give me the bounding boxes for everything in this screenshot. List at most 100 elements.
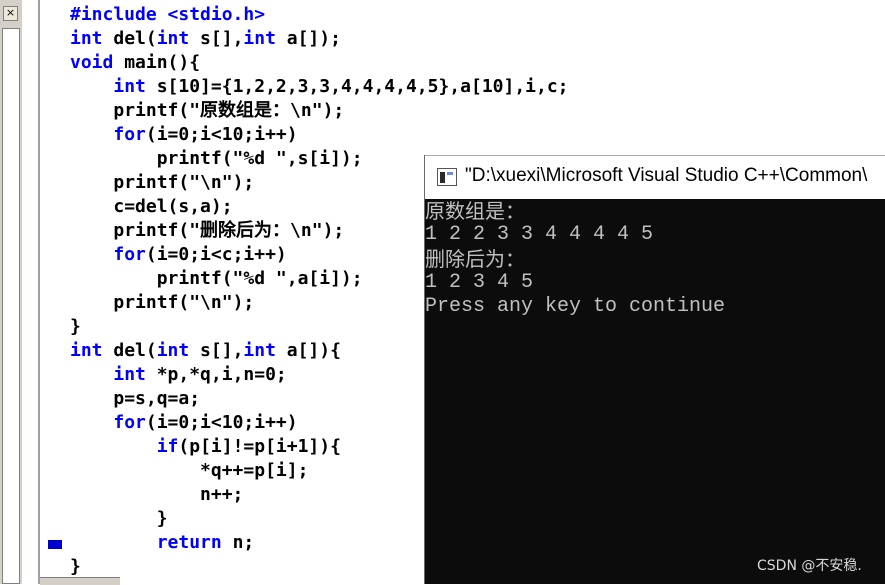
console-output: 原数组是： 1 2 2 3 3 4 4 4 4 5 删除后为： 1 2 3 4 5 Pr… (425, 199, 885, 584)
code-line[interactable]: printf("%d ",s[i]); (70, 147, 430, 171)
console-output-line: 删除后为： (425, 247, 525, 271)
console-window[interactable]: "D:\xuexi\Microsoft Visual Studio C++\Co… (424, 155, 885, 584)
code-keyword: return (156, 532, 222, 553)
code-keyword: int (156, 340, 190, 361)
code-line[interactable]: #include <stdio.h> (70, 3, 430, 27)
console-output-line: 原数组是： (425, 199, 525, 223)
code-text: printf("原数组是：\n"); (113, 100, 345, 121)
code-keyword: for (113, 244, 146, 265)
code-keyword: int (243, 340, 276, 361)
code-line[interactable]: } (70, 315, 430, 339)
code-text: c=del(s,a); (113, 196, 233, 217)
console-output-line: 1 2 3 4 5 (425, 271, 534, 294)
code-line[interactable]: if(p[i]!=p[i+1]){ (70, 435, 430, 459)
console-app-icon (437, 168, 457, 186)
close-icon[interactable]: × (3, 6, 18, 21)
gutter-divider (38, 0, 40, 584)
code-keyword: if (156, 436, 179, 457)
code-text: del( (102, 340, 157, 361)
code-keyword: for (113, 124, 146, 145)
code-text: printf("%d ",s[i]); (156, 148, 363, 169)
code-keyword: int (113, 364, 146, 385)
code-text: printf("\n"); (113, 292, 255, 313)
code-line[interactable]: p=s,q=a; (70, 387, 430, 411)
code-line[interactable]: } (70, 507, 430, 531)
workspace-panel (2, 28, 20, 584)
code-line[interactable]: return n; (70, 531, 430, 555)
code-text: (i=0;i<10;i++) (145, 412, 298, 433)
code-line[interactable]: printf("原数组是：\n"); (70, 99, 430, 123)
code-text: p=s,q=a; (113, 388, 201, 409)
code-text: (p[i]!=p[i+1]){ (178, 436, 341, 457)
code-line[interactable]: int del(int s[],int a[]){ (70, 339, 430, 363)
code-line[interactable]: printf("%d ",a[i]); (70, 267, 430, 291)
code-line[interactable]: for(i=0;i<10;i++) (70, 123, 430, 147)
code-line[interactable]: for(i=0;i<10;i++) (70, 411, 430, 435)
code-text: (i=0;i<c;i++) (145, 244, 287, 265)
console-output-line: 1 2 2 3 3 4 4 4 4 5 (425, 223, 654, 246)
code-line[interactable]: n++; (70, 483, 430, 507)
code-text: *q++=p[i]; (200, 460, 309, 481)
watermark: CSDN @不安稳. (757, 558, 862, 574)
code-editor[interactable]: #include <stdio.h> int del(int s[],int a[… (70, 3, 569, 579)
code-keyword: int (70, 28, 103, 49)
code-line[interactable]: void main(){ (70, 51, 430, 75)
code-line[interactable]: for(i=0;i<c;i++) (70, 243, 430, 267)
code-line[interactable]: int *p,*q,i,n=0; (70, 363, 430, 387)
code-text: printf("\n"); (113, 172, 255, 193)
code-keyword: #include <stdio.h> (70, 4, 266, 25)
code-text: } (70, 316, 81, 337)
code-text: s[], (189, 28, 244, 49)
code-keyword: int (113, 76, 146, 97)
code-line[interactable]: c=del(s,a); (70, 195, 430, 219)
code-text: } (156, 508, 168, 529)
code-line[interactable]: int del(int s[],int a[]); (70, 27, 430, 51)
console-title-bar[interactable]: "D:\xuexi\Microsoft Visual Studio C++\Co… (425, 155, 885, 199)
code-text: del( (102, 28, 157, 49)
code-line[interactable]: int s[10]={1,2,2,3,3,4,4,4,4,5},a[10],i,… (70, 75, 568, 99)
code-text: main(){ (113, 52, 201, 73)
console-title: "D:\xuexi\Microsoft Visual Studio C++\Co… (465, 165, 868, 186)
code-keyword: int (156, 28, 190, 49)
left-panel: × (0, 0, 22, 584)
code-text: printf("%d ",a[i]); (156, 268, 363, 289)
code-line[interactable]: printf("\n"); (70, 171, 430, 195)
code-text: n; (221, 532, 255, 553)
code-keyword: for (113, 412, 146, 433)
code-text: (i=0;i<10;i++) (145, 124, 298, 145)
console-output-line: Press any key to continue (425, 295, 726, 318)
code-text: printf("删除后为：\n"); (113, 220, 345, 241)
current-line-arrow-icon (48, 540, 62, 549)
code-line[interactable]: *q++=p[i]; (70, 459, 430, 483)
code-text: } (70, 556, 81, 577)
code-line[interactable]: printf("删除后为：\n"); (70, 219, 430, 243)
editor-gutter (22, 0, 38, 584)
code-text: a[]){ (275, 340, 341, 361)
code-line[interactable]: printf("\n"); (70, 291, 430, 315)
code-line[interactable]: } (70, 555, 430, 579)
code-text: a[]); (275, 28, 341, 49)
code-text: s[], (189, 340, 244, 361)
code-text: s[10]={1,2,2,3,3,4,4,4,4,5},a[10],i,c; (145, 76, 569, 97)
code-keyword: int (243, 28, 276, 49)
code-text: *p,*q,i,n=0; (145, 364, 287, 385)
code-keyword: void (70, 52, 114, 73)
code-keyword: int (70, 340, 103, 361)
